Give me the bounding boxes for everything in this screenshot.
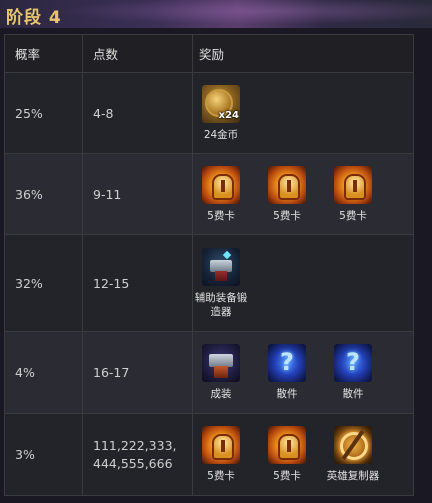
stage-title: 阶段 4: [6, 8, 62, 28]
reward-label: 5费卡: [339, 209, 367, 222]
probability-cell: 32%: [5, 235, 83, 331]
reward-item: 5费卡: [331, 165, 375, 223]
reward-list: 5费卡 5费卡 5费卡: [199, 165, 375, 223]
reward-label: 散件: [276, 388, 298, 400]
reward-item: 5费卡: [199, 426, 243, 483]
reward-item: 成装: [199, 344, 243, 401]
reward-table: 概率 点数 奖励 25% 4-8 x24 24金币 36% 9-11 5费卡 5…: [4, 34, 414, 496]
support-anvil-icon: [202, 247, 240, 286]
five-cost-card-icon: [268, 426, 306, 464]
points-cell: 111,222,333, 444,555,666: [83, 414, 193, 495]
points-cell: 16-17: [83, 332, 193, 413]
reward-list: 成装 ? 散件 ? 散件: [199, 344, 375, 401]
five-cost-card-icon: [202, 426, 240, 464]
component-icon: ?: [268, 344, 306, 382]
probability-cell: 36%: [5, 154, 83, 234]
completed-item-anvil-icon: [202, 344, 240, 382]
reward-list: 辅助装备锻造器: [195, 247, 247, 319]
reward-label: 5费卡: [207, 209, 235, 222]
five-cost-card-icon: [268, 165, 306, 204]
table-row: 4% 16-17 成装 ? 散件 ? 散件: [5, 332, 413, 414]
reward-label: 5费卡: [207, 470, 235, 482]
table-row: 36% 9-11 5费卡 5费卡 5费卡: [5, 154, 413, 235]
reward-cell: x24 24金币: [193, 73, 413, 153]
probability-cell: 4%: [5, 332, 83, 413]
reward-label: 24金币: [203, 128, 239, 141]
points-cell: 9-11: [83, 154, 193, 234]
table-row: 3% 111,222,333, 444,555,666 5费卡 5费卡 英雄复制…: [5, 414, 413, 495]
reward-cell: 辅助装备锻造器: [193, 235, 413, 331]
column-header-points: 点数: [83, 35, 193, 72]
reward-cell: 成装 ? 散件 ? 散件: [193, 332, 413, 413]
reward-label: 5费卡: [273, 470, 301, 482]
table-header-row: 概率 点数 奖励: [5, 35, 413, 73]
reward-list: x24 24金币: [199, 84, 243, 142]
reward-item: ? 散件: [331, 344, 375, 401]
reward-cell: 5费卡 5费卡 英雄复制器: [193, 414, 413, 495]
reward-item: ? 散件: [265, 344, 309, 401]
points-cell: 4-8: [83, 73, 193, 153]
reward-item: 5费卡: [199, 165, 243, 223]
reward-item: 英雄复制器: [327, 426, 379, 483]
five-cost-card-icon: [334, 165, 372, 204]
reward-list: 5费卡 5费卡 英雄复制器: [199, 426, 379, 483]
reward-quantity: x24: [218, 109, 239, 121]
table-row: 32% 12-15 辅助装备锻造器: [5, 235, 413, 332]
points-line-2: 444,555,666: [93, 455, 173, 471]
reward-item: 5费卡: [265, 165, 309, 223]
probability-cell: 25%: [5, 73, 83, 153]
reward-label: 成装: [210, 388, 232, 400]
column-header-reward: 奖励: [199, 47, 225, 62]
table-row: 25% 4-8 x24 24金币: [5, 73, 413, 154]
column-header-probability: 概率: [5, 35, 83, 72]
header-banner: 阶段 4: [0, 0, 432, 28]
reward-label: 英雄复制器: [326, 470, 380, 482]
reward-label: 散件: [342, 388, 364, 400]
five-cost-card-icon: [202, 165, 240, 204]
points-line-1: 111,222,333,: [93, 437, 177, 453]
points-value: 111,222,333, 444,555,666: [93, 437, 177, 473]
champion-duplicator-icon: [334, 426, 372, 464]
reward-label: 辅助装备锻造器: [194, 291, 248, 318]
points-cell: 12-15: [83, 235, 193, 331]
probability-cell: 3%: [5, 414, 83, 495]
reward-label: 5费卡: [273, 209, 301, 222]
component-icon: ?: [334, 344, 372, 382]
gold-coin-icon: x24: [202, 84, 240, 123]
reward-cell: 5费卡 5费卡 5费卡: [193, 154, 413, 234]
reward-item: x24 24金币: [199, 84, 243, 142]
reward-item: 辅助装备锻造器: [195, 247, 247, 319]
reward-item: 5费卡: [265, 426, 309, 483]
